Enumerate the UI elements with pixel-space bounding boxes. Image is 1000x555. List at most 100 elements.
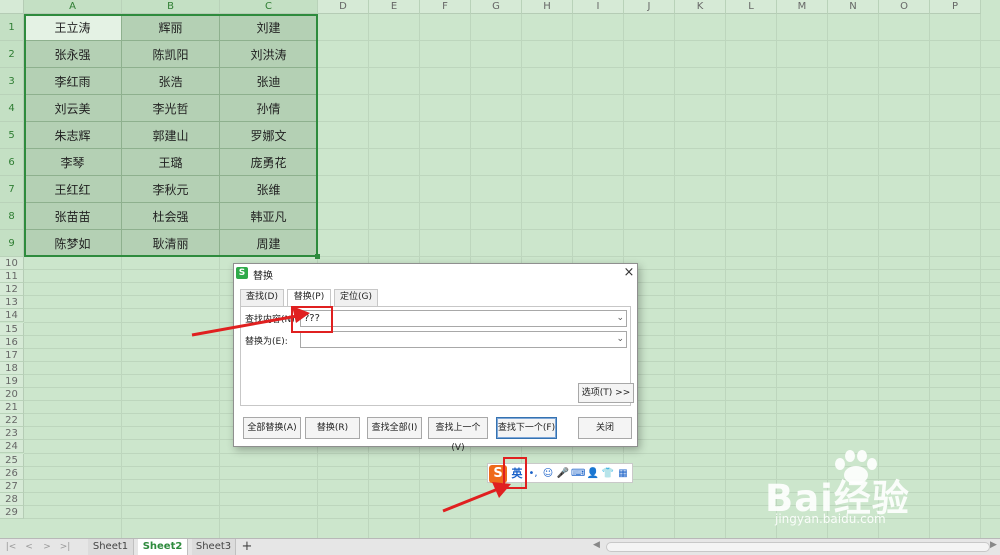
dialog-titlebar[interactable]: S 替换 × bbox=[234, 264, 637, 285]
row-header[interactable]: 28 bbox=[0, 492, 24, 506]
table-cell[interactable]: 李秋元 bbox=[122, 176, 220, 203]
row-header[interactable]: 20 bbox=[0, 388, 24, 402]
table-cell[interactable]: 王璐 bbox=[122, 149, 220, 176]
row-header[interactable]: 16 bbox=[0, 335, 24, 349]
find-all-button[interactable]: 查找全部(I) bbox=[367, 417, 422, 439]
close-icon[interactable]: × bbox=[622, 266, 636, 280]
table-cell[interactable]: 王立涛 bbox=[24, 14, 122, 41]
chevron-down-icon[interactable]: ⌄ bbox=[616, 332, 624, 347]
row-header[interactable]: 24 bbox=[0, 440, 24, 454]
row-header[interactable]: 15 bbox=[0, 322, 24, 336]
next-sheet-button[interactable]: > bbox=[40, 541, 54, 553]
row-header[interactable]: 13 bbox=[0, 296, 24, 310]
row-header[interactable]: 17 bbox=[0, 348, 24, 362]
table-cell[interactable]: 刘云美 bbox=[24, 95, 122, 122]
replace-button[interactable]: 替换(R) bbox=[305, 417, 360, 439]
prev-sheet-button[interactable]: < bbox=[22, 541, 36, 553]
add-sheet-button[interactable]: + bbox=[240, 539, 254, 555]
tab-replace[interactable]: 替换(P) bbox=[287, 289, 331, 307]
row-header[interactable]: 19 bbox=[0, 374, 24, 388]
table-cell[interactable]: 韩亚凡 bbox=[220, 203, 318, 230]
table-cell[interactable]: 杜会强 bbox=[122, 203, 220, 230]
column-header[interactable]: D bbox=[318, 0, 369, 14]
find-input[interactable]: ??? ⌄ bbox=[300, 310, 627, 327]
column-header[interactable]: J bbox=[624, 0, 675, 14]
shirt-icon[interactable]: 👕 bbox=[601, 466, 615, 482]
select-all-corner[interactable] bbox=[0, 0, 24, 14]
column-header[interactable]: I bbox=[573, 0, 624, 14]
column-header[interactable]: A bbox=[24, 0, 122, 14]
table-cell[interactable]: 耿清丽 bbox=[122, 230, 220, 257]
row-header[interactable]: 3 bbox=[0, 68, 24, 95]
row-header[interactable]: 12 bbox=[0, 283, 24, 297]
column-header[interactable]: K bbox=[675, 0, 726, 14]
table-cell[interactable]: 李琴 bbox=[24, 149, 122, 176]
column-header[interactable]: E bbox=[369, 0, 420, 14]
column-header[interactable]: H bbox=[522, 0, 573, 14]
table-cell[interactable]: 李光哲 bbox=[122, 95, 220, 122]
column-header[interactable]: M bbox=[777, 0, 828, 14]
row-header[interactable]: 4 bbox=[0, 95, 24, 122]
row-header[interactable]: 29 bbox=[0, 505, 24, 519]
column-header[interactable]: G bbox=[471, 0, 522, 14]
scroll-left-icon[interactable]: ◀ bbox=[593, 540, 600, 550]
row-header[interactable]: 1 bbox=[0, 14, 24, 41]
table-cell[interactable]: 张苗苗 bbox=[24, 203, 122, 230]
fill-handle[interactable] bbox=[315, 254, 320, 259]
column-header[interactable]: P bbox=[930, 0, 981, 14]
table-cell[interactable]: 孙倩 bbox=[220, 95, 318, 122]
column-header[interactable]: L bbox=[726, 0, 777, 14]
row-header[interactable]: 7 bbox=[0, 176, 24, 203]
tab-find[interactable]: 查找(D) bbox=[240, 289, 284, 306]
table-cell[interactable]: 刘洪涛 bbox=[220, 41, 318, 68]
row-header[interactable]: 9 bbox=[0, 230, 24, 257]
table-cell[interactable]: 陈梦如 bbox=[24, 230, 122, 257]
first-sheet-button[interactable]: |< bbox=[4, 541, 18, 553]
table-cell[interactable]: 罗娜文 bbox=[220, 122, 318, 149]
table-cell[interactable]: 张永强 bbox=[24, 41, 122, 68]
user-icon[interactable]: 👤 bbox=[586, 466, 600, 482]
emoji-icon[interactable]: ☺ bbox=[541, 466, 555, 482]
find-previous-button[interactable]: 查找上一个(V) bbox=[428, 417, 488, 453]
row-header[interactable]: 5 bbox=[0, 122, 24, 149]
scroll-right-icon[interactable]: ▶ bbox=[990, 540, 997, 550]
column-header[interactable]: B bbox=[122, 0, 220, 14]
column-header[interactable]: N bbox=[828, 0, 879, 14]
row-header[interactable]: 6 bbox=[0, 149, 24, 176]
table-cell[interactable]: 庞勇花 bbox=[220, 149, 318, 176]
sheet-tab-sheet2[interactable]: Sheet2 bbox=[138, 539, 188, 555]
tab-goto[interactable]: 定位(G) bbox=[334, 289, 378, 306]
table-cell[interactable]: 郭建山 bbox=[122, 122, 220, 149]
sheet-tab-sheet3[interactable]: Sheet3 bbox=[192, 539, 236, 555]
table-cell[interactable]: 周建 bbox=[220, 230, 318, 257]
keyboard-icon[interactable]: ⌨ bbox=[571, 466, 585, 482]
row-header[interactable]: 21 bbox=[0, 401, 24, 415]
row-header[interactable]: 27 bbox=[0, 479, 24, 493]
last-sheet-button[interactable]: >| bbox=[58, 541, 72, 553]
replace-input[interactable]: ⌄ bbox=[300, 331, 627, 348]
row-header[interactable]: 8 bbox=[0, 203, 24, 230]
table-cell[interactable]: 王红红 bbox=[24, 176, 122, 203]
sheet-tab-sheet1[interactable]: Sheet1 bbox=[88, 539, 134, 555]
table-cell[interactable]: 张浩 bbox=[122, 68, 220, 95]
close-button[interactable]: 关闭 bbox=[578, 417, 632, 439]
replace-all-button[interactable]: 全部替换(A) bbox=[243, 417, 301, 439]
row-header[interactable]: 22 bbox=[0, 414, 24, 428]
options-button[interactable]: 选项(T) >> bbox=[578, 383, 634, 403]
row-header[interactable]: 14 bbox=[0, 309, 24, 323]
table-cell[interactable]: 刘建 bbox=[220, 14, 318, 41]
grid-icon[interactable]: ▦ bbox=[616, 466, 630, 482]
column-header[interactable]: F bbox=[420, 0, 471, 14]
table-cell[interactable]: 朱志辉 bbox=[24, 122, 122, 149]
row-header[interactable]: 18 bbox=[0, 361, 24, 375]
column-header[interactable]: O bbox=[879, 0, 930, 14]
chevron-down-icon[interactable]: ⌄ bbox=[616, 311, 624, 326]
row-header[interactable]: 25 bbox=[0, 453, 24, 467]
row-header[interactable]: 11 bbox=[0, 270, 24, 284]
row-header[interactable]: 23 bbox=[0, 427, 24, 441]
punct-icon[interactable]: •, bbox=[526, 466, 540, 482]
find-next-button[interactable]: 查找下一个(F) bbox=[496, 417, 557, 439]
table-cell[interactable]: 张维 bbox=[220, 176, 318, 203]
table-cell[interactable]: 陈凯阳 bbox=[122, 41, 220, 68]
row-header[interactable]: 2 bbox=[0, 41, 24, 68]
